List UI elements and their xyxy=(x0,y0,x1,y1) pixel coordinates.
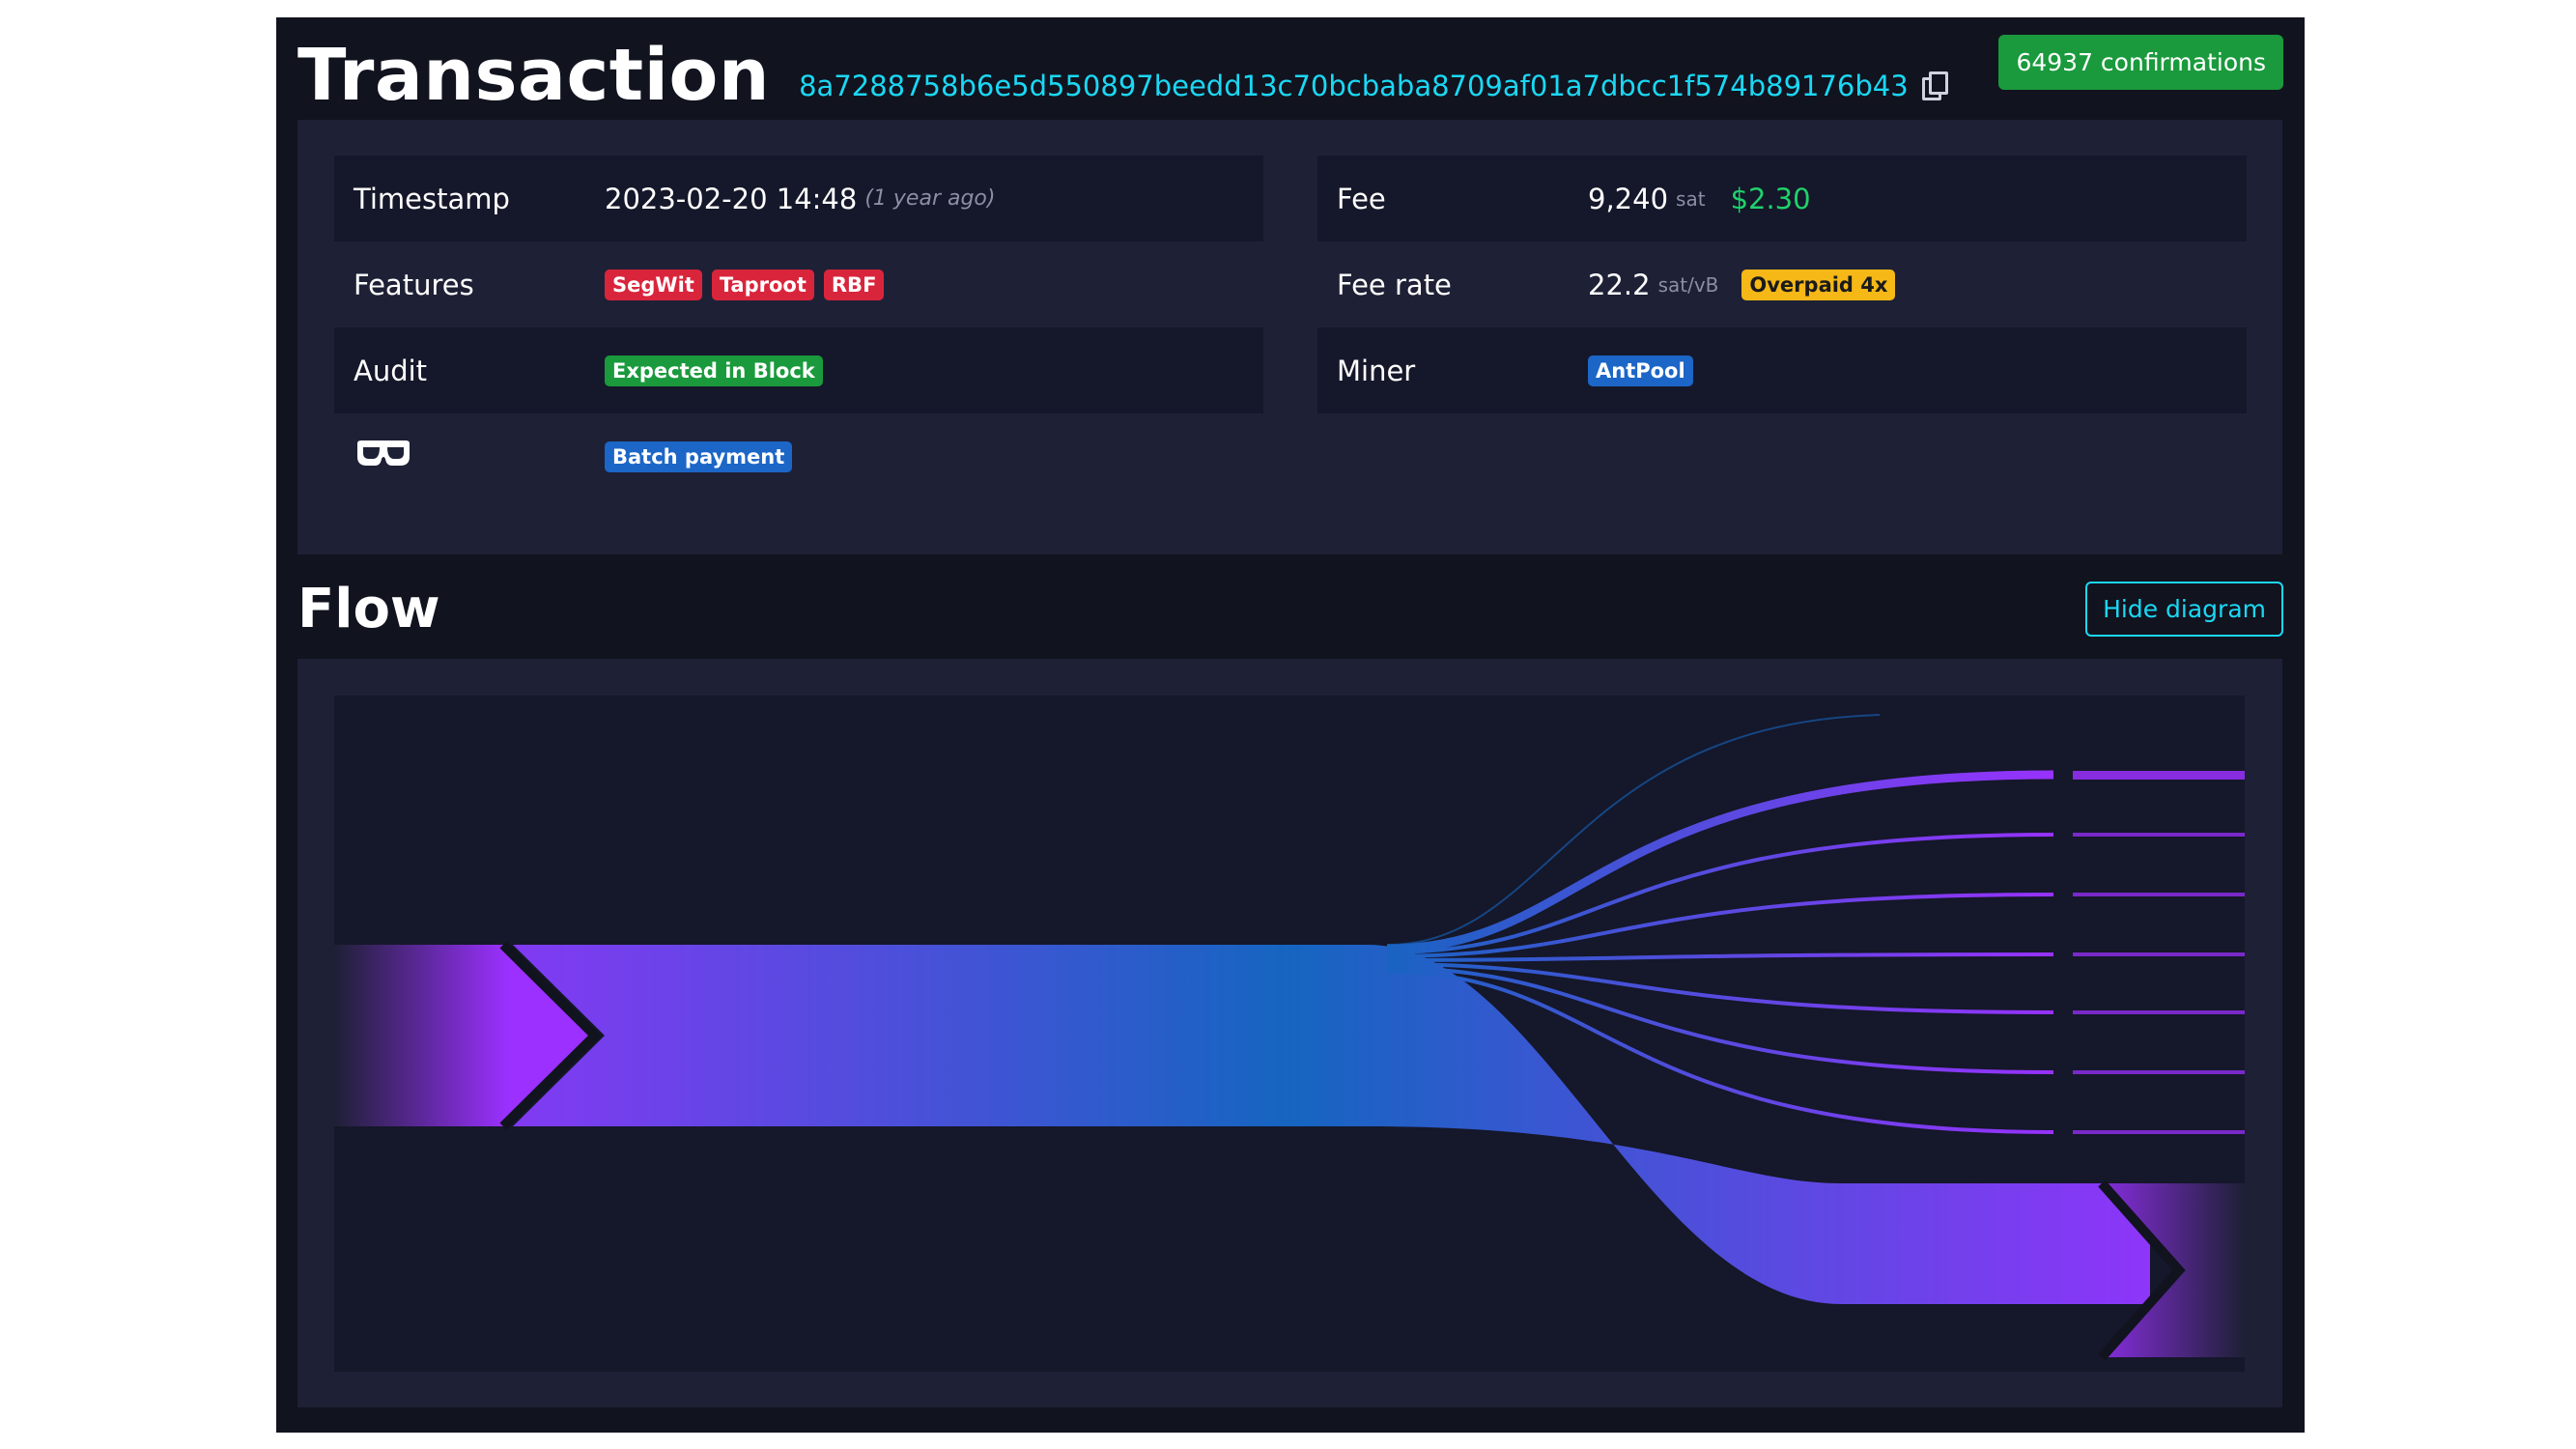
fee-rate-label: Fee rate xyxy=(1337,268,1452,301)
audit-label: Audit xyxy=(354,354,428,387)
flow-title: Flow xyxy=(297,578,440,640)
miner-row: Miner AntPool xyxy=(1317,327,2247,413)
miner-badge[interactable]: AntPool xyxy=(1588,355,1693,386)
flow-diagram[interactable] xyxy=(334,696,2245,1372)
fee-rate-value-group: 22.2 sat/vB Overpaid 4x xyxy=(1588,269,1905,301)
details-left-column: Timestamp 2023-02-20 14:48 (1 year ago) … xyxy=(334,156,1263,499)
goggles-value: Batch payment xyxy=(605,440,802,472)
overpaid-badge[interactable]: Overpaid 4x xyxy=(1741,269,1896,300)
goggles-label xyxy=(334,438,605,475)
details-box: Timestamp 2023-02-20 14:48 (1 year ago) … xyxy=(297,120,2282,554)
features-label: Features xyxy=(354,268,474,301)
batch-payment-badge[interactable]: Batch payment xyxy=(605,440,793,472)
goggles-icon xyxy=(354,438,413,469)
miner-label: Miner xyxy=(1337,354,1416,387)
timestamp-row: Timestamp 2023-02-20 14:48 (1 year ago) xyxy=(334,156,1263,242)
features-row: Features SegWit Taproot RBF xyxy=(334,242,1263,327)
timestamp-value: 2023-02-20 14:48 xyxy=(605,182,858,215)
rbf-badge[interactable]: RBF xyxy=(823,269,885,300)
fee-value: 9,240 xyxy=(1588,182,1669,215)
fee-label: Fee xyxy=(1337,182,1386,215)
transaction-header: Transaction 8a7288758b6e5d550897beedd13c… xyxy=(297,27,1948,124)
timestamp-relative: (1 year ago) xyxy=(864,186,996,211)
copy-icon[interactable] xyxy=(1921,71,1948,100)
transaction-page: Transaction 8a7288758b6e5d550897beedd13c… xyxy=(276,17,2305,1433)
fee-rate-unit: sat/vB xyxy=(1657,272,1719,297)
audit-value: Expected in Block xyxy=(605,355,833,386)
flow-panel xyxy=(297,659,2282,1407)
timestamp-value-group: 2023-02-20 14:48 (1 year ago) xyxy=(605,183,995,215)
fee-rate-row: Fee rate 22.2 sat/vB Overpaid 4x xyxy=(1317,242,2247,327)
flow-output-stub[interactable] xyxy=(2073,1130,2245,1134)
txid-link[interactable]: 8a7288758b6e5d550897beedd13c70bcbaba8709… xyxy=(799,70,1909,102)
timestamp-label: Timestamp xyxy=(354,182,510,215)
flow-output-stub[interactable] xyxy=(2073,952,2245,956)
audit-badge[interactable]: Expected in Block xyxy=(605,355,823,386)
details-right-column: Fee 9,240 sat $2.30 Fee rate 22.2 sat/vB… xyxy=(1317,156,2247,413)
miner-value: AntPool xyxy=(1588,355,1703,386)
confirmations-badge: 64937 confirmations xyxy=(1998,35,2283,90)
page-title: Transaction xyxy=(297,34,771,117)
flow-output-stub[interactable] xyxy=(2073,1010,2245,1014)
flow-output-stub[interactable] xyxy=(2073,771,2245,780)
fee-usd: $2.30 xyxy=(1730,182,1811,215)
hide-diagram-button[interactable]: Hide diagram xyxy=(2085,582,2283,637)
fee-unit: sat xyxy=(1676,186,1706,211)
flow-output-stub[interactable] xyxy=(2073,1070,2245,1074)
fee-row: Fee 9,240 sat $2.30 xyxy=(1317,156,2247,242)
flow-output-stub[interactable] xyxy=(2073,833,2245,837)
fee-rate-value: 22.2 xyxy=(1588,268,1651,301)
audit-row: Audit Expected in Block xyxy=(334,327,1263,413)
fee-value-group: 9,240 sat $2.30 xyxy=(1588,183,1811,215)
goggles-row: Batch payment xyxy=(334,413,1263,499)
flow-output-stub[interactable] xyxy=(2073,893,2245,896)
segwit-badge[interactable]: SegWit xyxy=(605,269,702,300)
taproot-badge[interactable]: Taproot xyxy=(711,269,814,300)
features-badges: SegWit Taproot RBF xyxy=(605,269,893,300)
